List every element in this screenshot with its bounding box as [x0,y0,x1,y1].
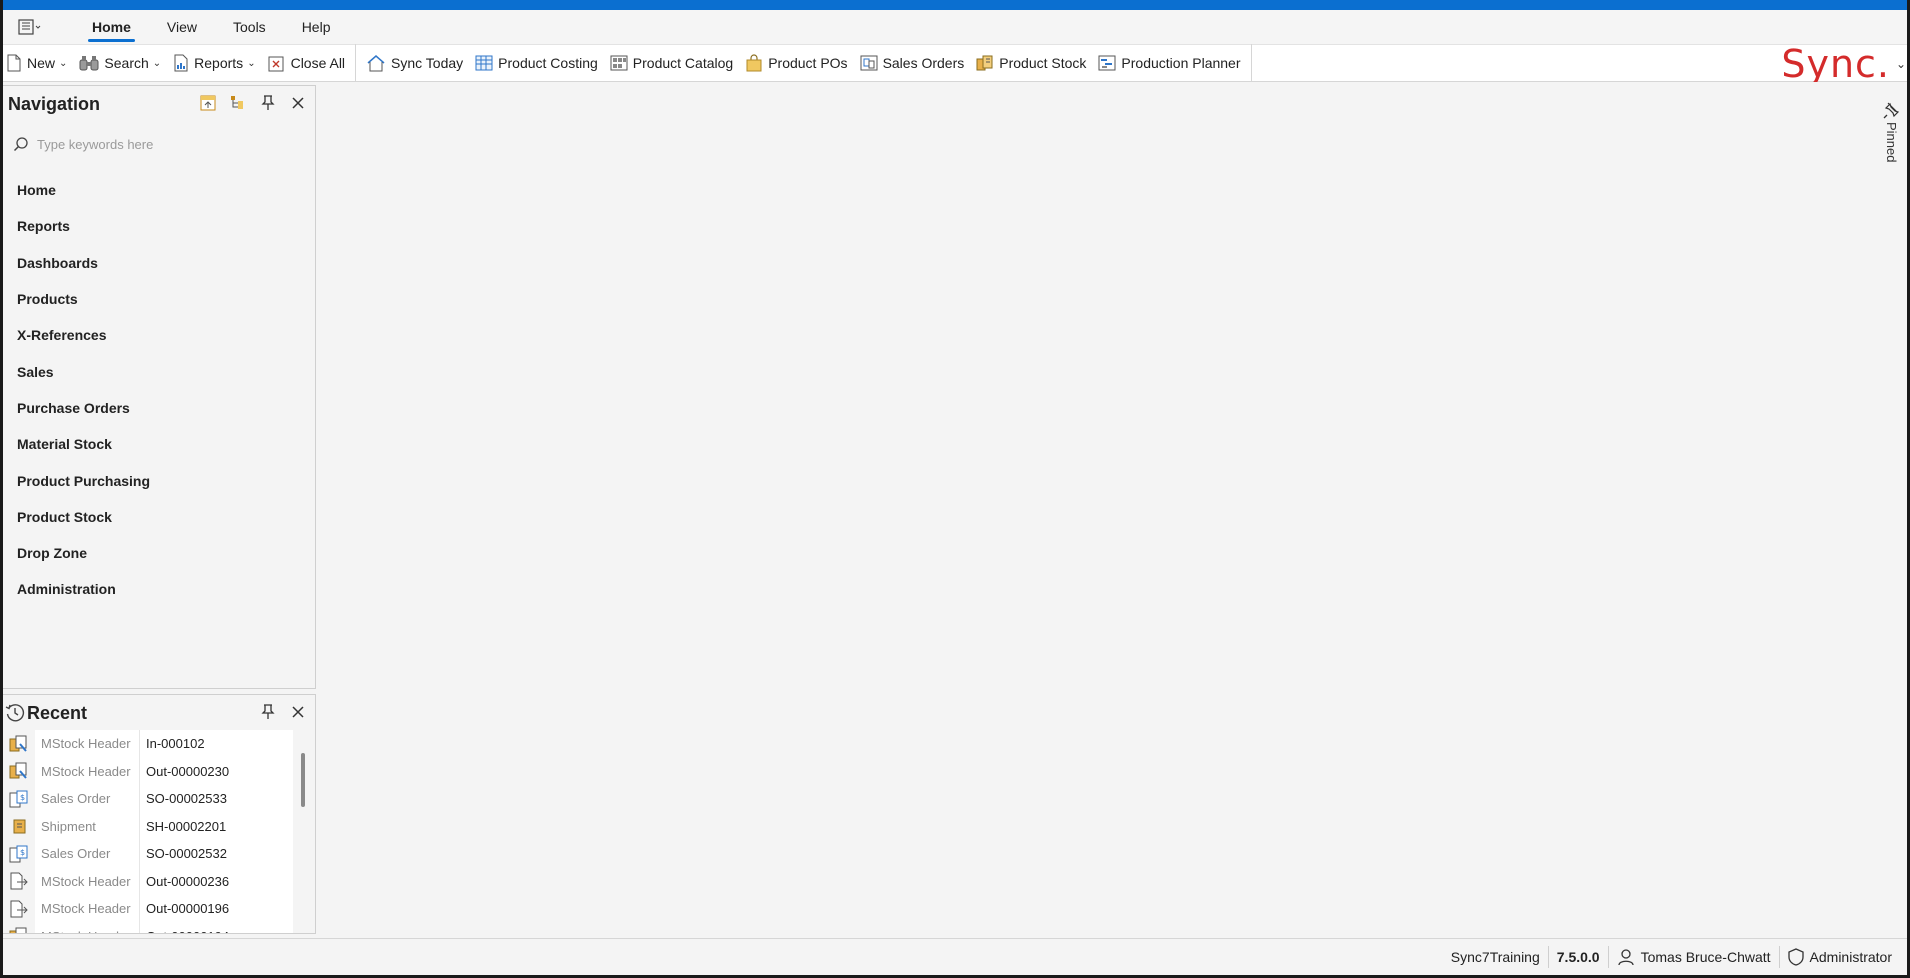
window-frame [0,0,1910,978]
